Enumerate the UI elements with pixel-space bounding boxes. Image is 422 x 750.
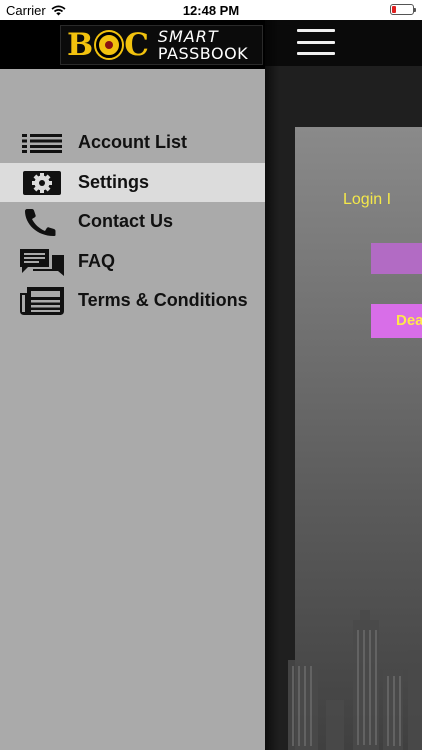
battery-icon [390, 4, 416, 15]
menu-label: Settings [78, 171, 150, 192]
status-bar: Carrier 12:48 PM [0, 0, 422, 20]
gear-icon [19, 169, 65, 197]
menu-item-settings[interactable]: Settings [0, 162, 265, 202]
secondary-button[interactable]: Dea [371, 304, 422, 338]
menu-item-account-list[interactable]: Account List [0, 123, 265, 163]
menu-item-terms-conditions[interactable]: Terms & Conditions [0, 281, 265, 321]
logo-smart: SMART [157, 26, 219, 46]
drawer-menu: Account List Settings Contact Us FAQ Ter… [0, 123, 265, 321]
primary-button[interactable] [371, 243, 422, 274]
menu-label: FAQ [78, 250, 116, 271]
city-skyline-image [288, 610, 422, 750]
drawer-header: BC SMART PASSBOOK [0, 20, 265, 69]
boc-seal-icon [96, 32, 123, 58]
top-bar [265, 20, 422, 66]
clock: 12:48 PM [182, 3, 240, 18]
login-text: Login I [343, 191, 392, 208]
menu-label: Terms & Conditions [78, 290, 248, 310]
drawer-shadow [265, 20, 279, 750]
logo-passbook: PASSBOOK [157, 43, 249, 63]
list-icon [19, 129, 65, 157]
phone-icon [19, 208, 65, 236]
hamburger-menu-icon[interactable] [297, 29, 335, 57]
boc-smart-passbook-logo: BC SMART PASSBOOK [60, 25, 263, 65]
menu-label: Account List [78, 132, 188, 152]
chat-bubbles-icon [19, 248, 65, 276]
menu-item-faq[interactable]: FAQ [0, 242, 265, 282]
logo-text: SMART PASSBOOK [157, 26, 249, 63]
logo-letters: BC [67, 27, 150, 63]
main-screen: Login I Dea [265, 20, 422, 750]
menu-label: Contact Us [78, 211, 174, 231]
document-icon [19, 287, 65, 315]
navigation-drawer: BC SMART PASSBOOK Account List Settings … [0, 20, 265, 750]
menu-item-contact-us[interactable]: Contact Us [0, 202, 265, 242]
